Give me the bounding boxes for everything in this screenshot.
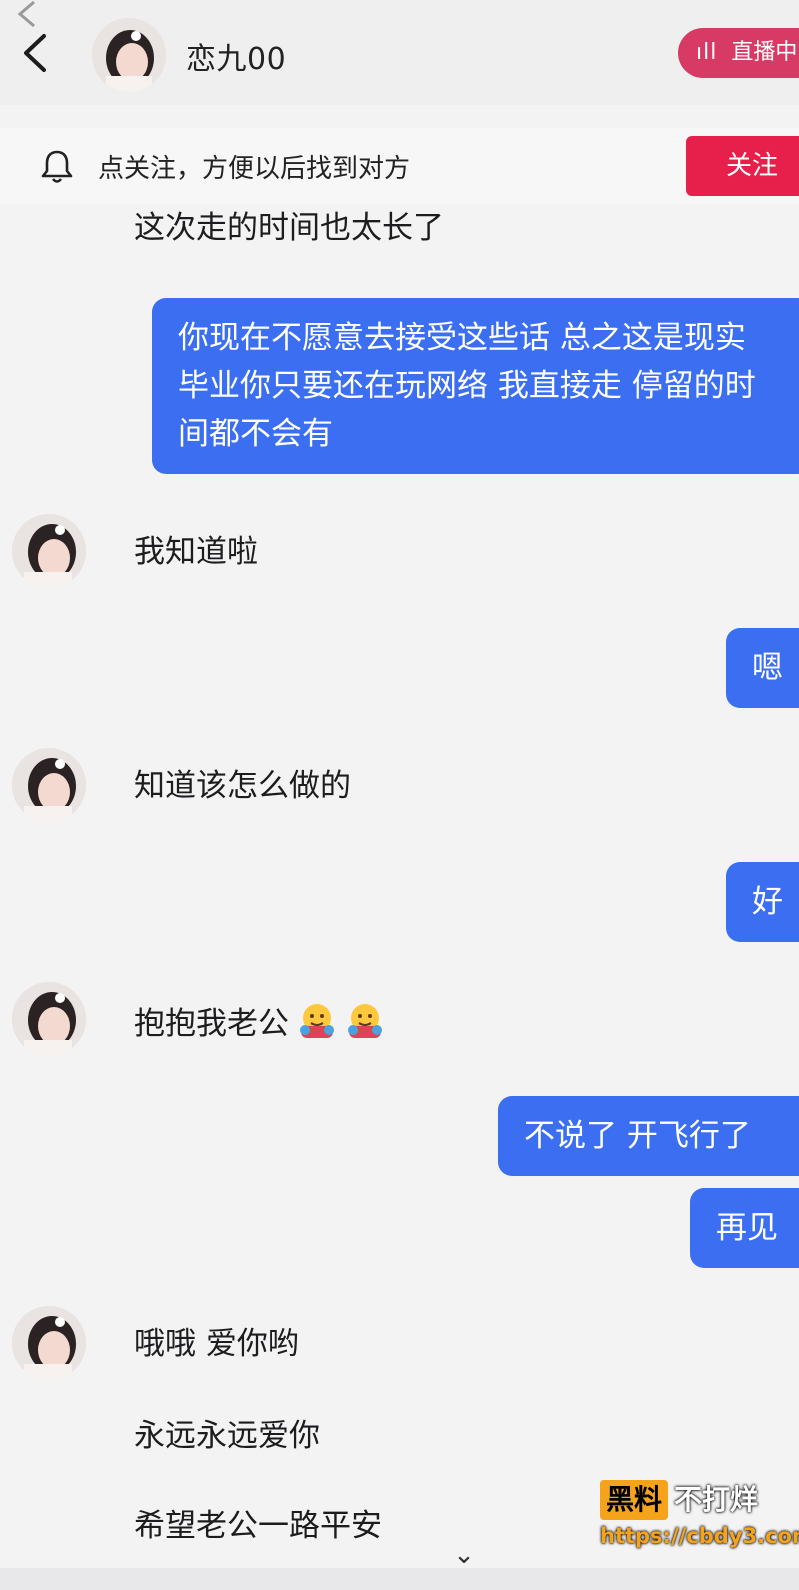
message-left-text: 哦哦 爱你哟 bbox=[134, 1326, 299, 1362]
message-right-bubble[interactable]: 不说了 开飞行了 bbox=[498, 1096, 799, 1176]
follow-button[interactable]: 关注 bbox=[686, 136, 799, 196]
contact-avatar[interactable] bbox=[12, 748, 86, 822]
contact-avatar[interactable] bbox=[12, 1306, 86, 1380]
back-arrow-icon bbox=[24, 34, 46, 72]
live-signal-icon: ıll bbox=[696, 40, 718, 65]
watermark-badge: 黑料 bbox=[600, 1480, 669, 1520]
message-left-text: 知道该怎么做的 bbox=[134, 768, 351, 804]
message-left-text: 永远永远爱你 bbox=[134, 1418, 320, 1454]
live-label: 直播中 bbox=[731, 40, 798, 65]
live-badge[interactable]: ıll 直播中 bbox=[678, 28, 799, 78]
chevron-down-icon[interactable]: ⌄ bbox=[446, 1540, 482, 1570]
message-left-text: 这次走的时间也太长了 bbox=[134, 210, 444, 246]
message-right-text: 再见 bbox=[716, 1210, 778, 1246]
message-right-text: 不说了 开飞行了 bbox=[524, 1118, 751, 1154]
top-bar: 恋九00 ıll 直播中 bbox=[0, 0, 799, 105]
girl-avatar-icon bbox=[12, 748, 86, 822]
girl-avatar-icon bbox=[12, 514, 86, 588]
watermark-url: https://cbdy3.com bbox=[600, 1524, 799, 1548]
follow-banner: 点关注，方便以后找到对方 关注 bbox=[0, 128, 799, 204]
girl-avatar-icon bbox=[12, 1306, 86, 1380]
back-button[interactable] bbox=[14, 28, 58, 78]
follow-hint-text: 点关注，方便以后找到对方 bbox=[98, 154, 411, 184]
message-right-bubble[interactable]: 好 bbox=[726, 862, 799, 942]
hug-emoji bbox=[345, 1000, 385, 1040]
contact-name: 恋九00 bbox=[186, 42, 287, 77]
message-right-text: 嗯 bbox=[752, 650, 783, 686]
girl-avatar-icon bbox=[92, 18, 166, 92]
message-left-text: 抱抱我老公 bbox=[134, 1000, 385, 1044]
watermark-title: 不打烊 bbox=[674, 1483, 759, 1516]
message-right-bubble[interactable]: 嗯 bbox=[726, 628, 799, 708]
message-right-text: 好 bbox=[752, 884, 783, 920]
contact-avatar[interactable] bbox=[92, 18, 166, 92]
girl-avatar-icon bbox=[12, 982, 86, 1056]
message-left-text: 我知道啦 bbox=[134, 534, 258, 570]
message-right-bubble[interactable]: 再见 bbox=[690, 1188, 799, 1268]
contact-avatar[interactable] bbox=[12, 982, 86, 1056]
message-right-text: 你现在不愿意去接受这些话 总之这是现实 毕业你只要还在玩网络 我直接走 停留的时… bbox=[178, 320, 756, 452]
contact-avatar[interactable] bbox=[12, 514, 86, 588]
message-left-text: 希望老公一路平安 bbox=[134, 1508, 382, 1544]
hug-emoji bbox=[297, 1000, 337, 1040]
watermark: 黑料 不打烊 https://cbdy3.com bbox=[600, 1480, 799, 1576]
message-left-text-content: 抱抱我老公 bbox=[134, 1006, 289, 1042]
message-right-bubble[interactable]: 你现在不愿意去接受这些话 总之这是现实 毕业你只要还在玩网络 我直接走 停留的时… bbox=[152, 298, 799, 474]
bell-icon bbox=[41, 150, 73, 183]
